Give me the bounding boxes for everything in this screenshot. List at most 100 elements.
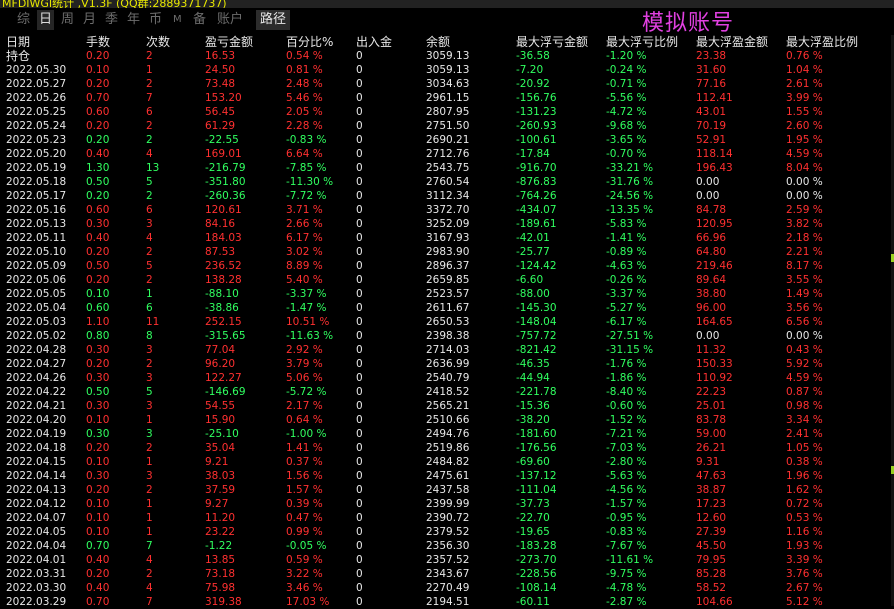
date-cell: 2022.05.19 bbox=[6, 162, 67, 174]
max-float-loss-pct-cell: -0.26 % bbox=[606, 274, 647, 286]
table-row[interactable]: 2022.05.13 0.30 3 84.16 2.66 % 0 3252.09 -189.6… bbox=[0, 217, 894, 231]
table-row[interactable]: 2022.05.11 0.40 4 184.03 6.17 % 0 3167.93 -42.0… bbox=[0, 231, 894, 245]
table-row[interactable]: 2022.04.26 0.30 3 122.27 5.06 % 0 2540.79 -44.9… bbox=[0, 371, 894, 385]
table-row[interactable]: 2022.05.09 0.50 5 236.52 8.89 % 0 2896.37 -124.… bbox=[0, 259, 894, 273]
trades-cell: 2 bbox=[146, 274, 153, 286]
max-float-loss-cell: -181.60 bbox=[516, 428, 557, 440]
table-row[interactable]: 2022.04.05 0.10 1 23.22 0.99 % 0 2379.52 -19.65… bbox=[0, 525, 894, 539]
max-float-profit-pct-cell: 0.43 % bbox=[786, 344, 823, 356]
table-row[interactable]: 2022.05.24 0.20 2 61.29 2.28 % 0 2751.50 -260.9… bbox=[0, 119, 894, 133]
table-row[interactable]: 2022.05.18 0.50 5 -351.80 -11.30 % 0 2760.54 -8… bbox=[0, 175, 894, 189]
max-float-profit-cell: 27.39 bbox=[696, 526, 727, 538]
date-cell: 2022.04.26 bbox=[6, 372, 67, 384]
table-row[interactable]: 2022.05.23 0.20 2 -22.55 -0.83 % 0 2690.21 -100… bbox=[0, 133, 894, 147]
col-balance[interactable]: 余额 bbox=[426, 34, 450, 50]
table-row[interactable]: 2022.04.01 0.40 4 13.85 0.59 % 0 2357.52 -273.7… bbox=[0, 553, 894, 567]
col-max-float-profit-pct[interactable]: 最大浮盈比例 bbox=[786, 34, 858, 50]
date-cell: 2022.04.15 bbox=[6, 456, 67, 468]
trades-cell: 8 bbox=[146, 330, 153, 342]
table-row[interactable]: 0.20 2 16.53 0.54 % 0 3059.13 -36.58 -1.20 % 23.… bbox=[0, 49, 894, 63]
tab-path[interactable]: 路径 bbox=[256, 10, 291, 30]
table-row[interactable]: 2022.05.02 0.80 8 -315.65 -11.63 % 0 2398.38 -7… bbox=[0, 329, 894, 343]
col-trades[interactable]: 次数 bbox=[146, 34, 170, 50]
tab-m[interactable]: M bbox=[173, 10, 182, 30]
max-float-loss-cell: -137.12 bbox=[516, 470, 557, 482]
percent-cell: 1.56 % bbox=[286, 470, 323, 482]
date-cell: 2022.04.13 bbox=[6, 484, 67, 496]
max-float-loss-pct-cell: -0.95 % bbox=[606, 512, 647, 524]
col-pnl[interactable]: 盈亏金额 bbox=[205, 34, 253, 50]
max-float-profit-pct-cell: 2.41 % bbox=[786, 428, 823, 440]
table-row[interactable]: 2022.05.30 0.10 1 24.50 0.81 % 0 3059.13 -7.20 -… bbox=[0, 63, 894, 77]
trades-cell: 13 bbox=[146, 162, 160, 174]
tab-weekly[interactable]: 周 bbox=[61, 10, 74, 30]
tab-daily[interactable]: 日 bbox=[37, 10, 55, 30]
max-float-loss-pct-cell: -1.52 % bbox=[606, 414, 647, 426]
table-row[interactable]: 2022.05.16 0.60 6 120.61 3.71 % 0 3372.70 -434.… bbox=[0, 203, 894, 217]
max-float-loss-cell: -757.72 bbox=[516, 330, 557, 342]
max-float-loss-cell: -876.83 bbox=[516, 176, 557, 188]
table-row[interactable]: 2022.04.13 0.20 2 37.59 1.57 % 0 2437.58 -111.0… bbox=[0, 483, 894, 497]
max-float-loss-cell: -156.76 bbox=[516, 92, 557, 104]
table-row[interactable]: 2022.04.12 0.10 1 9.27 0.39 % 0 2399.99 -37.73 -… bbox=[0, 497, 894, 511]
tab-quarterly[interactable]: 季 bbox=[105, 10, 118, 30]
max-float-profit-cell: 0.00 bbox=[696, 176, 720, 188]
percent-cell: -11.30 % bbox=[286, 176, 334, 188]
tab-notes[interactable]: 备 bbox=[193, 10, 206, 30]
table-row[interactable]: 2022.04.20 0.10 1 15.90 0.64 % 0 2510.66 -38.20… bbox=[0, 413, 894, 427]
table-row[interactable]: 2022.05.25 0.60 6 56.45 2.05 % 0 2807.95 -131.2… bbox=[0, 105, 894, 119]
table-row[interactable]: 2022.04.14 0.30 3 38.03 1.56 % 0 2475.61 -137.1… bbox=[0, 469, 894, 483]
col-deposit[interactable]: 出入金 bbox=[356, 34, 392, 50]
percent-cell: 1.57 % bbox=[286, 484, 323, 496]
balance-cell: 2390.72 bbox=[426, 512, 470, 524]
table-row[interactable]: 2022.05.27 0.20 2 73.48 2.48 % 0 3034.63 -20.92… bbox=[0, 77, 894, 91]
col-lots[interactable]: 手数 bbox=[86, 34, 110, 50]
table-row[interactable]: 2022.04.27 0.20 2 96.20 3.79 % 0 2636.99 -46.35… bbox=[0, 357, 894, 371]
table-row[interactable]: 2022.04.18 0.20 2 35.04 1.41 % 0 2519.86 -176.5… bbox=[0, 441, 894, 455]
percent-cell: -1.47 % bbox=[286, 302, 327, 314]
table-row[interactable]: 2022.03.29 0.70 7 319.38 17.03 % 0 2194.51 -60.… bbox=[0, 595, 894, 609]
table-row[interactable]: 2022.05.19 1.30 13 -216.79 -7.85 % 0 2543.75 -9… bbox=[0, 161, 894, 175]
percent-cell: 2.48 % bbox=[286, 78, 323, 90]
tab-monthly[interactable]: 月 bbox=[83, 10, 96, 30]
col-date[interactable]: 日期 bbox=[6, 34, 30, 50]
pnl-cell: 236.52 bbox=[205, 260, 242, 272]
tab-currency[interactable]: 币 bbox=[149, 10, 162, 30]
table-row[interactable]: 2022.04.22 0.50 5 -146.69 -5.72 % 0 2418.52 -22… bbox=[0, 385, 894, 399]
table-row[interactable]: 2022.05.04 0.60 6 -38.86 -1.47 % 0 2611.67 -145… bbox=[0, 301, 894, 315]
table-row[interactable]: 2022.04.19 0.30 3 -25.10 -1.00 % 0 2494.76 -181… bbox=[0, 427, 894, 441]
table-row[interactable]: 2022.04.15 0.10 1 9.21 0.37 % 0 2484.82 -69.60 -… bbox=[0, 455, 894, 469]
table-row[interactable]: 2022.05.20 0.40 4 169.01 6.64 % 0 2712.76 -17.8… bbox=[0, 147, 894, 161]
balance-cell: 2484.82 bbox=[426, 456, 470, 468]
date-cell: 2022.05.18 bbox=[6, 176, 67, 188]
percent-cell: -7.85 % bbox=[286, 162, 327, 174]
table-row[interactable]: 2022.03.31 0.20 2 73.18 3.22 % 0 2343.67 -228.5… bbox=[0, 567, 894, 581]
col-max-float-loss[interactable]: 最大浮亏金额 bbox=[516, 34, 588, 50]
percent-cell: 1.41 % bbox=[286, 442, 323, 454]
lots-cell: 0.20 bbox=[86, 358, 110, 370]
table-row[interactable]: 2022.05.03 1.10 11 252.15 10.51 % 0 2650.53 -14… bbox=[0, 315, 894, 329]
trades-cell: 5 bbox=[146, 176, 153, 188]
tab-account[interactable]: 账户 bbox=[217, 10, 243, 30]
tab-overview[interactable]: 综 bbox=[17, 10, 30, 30]
col-max-float-profit[interactable]: 最大浮盈金额 bbox=[696, 34, 768, 50]
pnl-cell: -146.69 bbox=[205, 386, 246, 398]
table-row[interactable]: 2022.04.28 0.30 3 77.04 2.92 % 0 2714.03 -821.4… bbox=[0, 343, 894, 357]
balance-cell: 3034.63 bbox=[426, 78, 470, 90]
table-row[interactable]: 2022.05.10 0.20 2 87.53 3.02 % 0 2983.90 -25.77… bbox=[0, 245, 894, 259]
table-row[interactable]: 2022.04.21 0.30 3 54.55 2.17 % 0 2565.21 -15.36… bbox=[0, 399, 894, 413]
trades-cell: 3 bbox=[146, 400, 153, 412]
table-row[interactable]: 2022.03.30 0.40 4 75.98 3.46 % 0 2270.49 -108.1… bbox=[0, 581, 894, 595]
balance-cell: 2356.30 bbox=[426, 540, 470, 552]
table-row[interactable]: 2022.05.06 0.20 2 138.28 5.40 % 0 2659.85 -6.60… bbox=[0, 273, 894, 287]
col-max-float-loss-pct[interactable]: 最大浮亏比例 bbox=[606, 34, 678, 50]
tab-yearly[interactable]: 年 bbox=[127, 10, 140, 30]
table-row[interactable]: 2022.05.26 0.70 7 153.20 5.46 % 0 2961.15 -156.… bbox=[0, 91, 894, 105]
table-row[interactable]: 2022.05.17 0.20 2 -260.36 -7.72 % 0 3112.34 -76… bbox=[0, 189, 894, 203]
table-row[interactable]: 2022.05.05 0.10 1 -88.10 -3.37 % 0 2523.57 -88.… bbox=[0, 287, 894, 301]
percent-cell: 3.79 % bbox=[286, 358, 323, 370]
col-percent[interactable]: 百分比% bbox=[286, 34, 333, 50]
max-float-profit-cell: 70.19 bbox=[696, 120, 727, 132]
table-row[interactable]: 2022.04.07 0.10 1 11.20 0.47 % 0 2390.72 -22.70… bbox=[0, 511, 894, 525]
table-row[interactable]: 2022.04.04 0.70 7 -1.22 -0.05 % 0 2356.30 -183.… bbox=[0, 539, 894, 553]
